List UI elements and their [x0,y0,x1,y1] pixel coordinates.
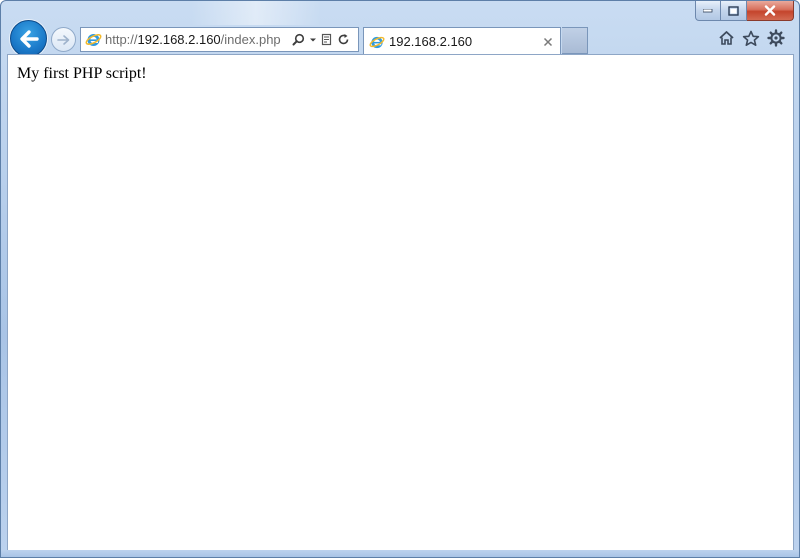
search-dropdown-button[interactable] [309,37,317,43]
compatibility-view-button[interactable] [321,33,333,46]
address-bar-tools [292,33,350,46]
favorites-button[interactable] [742,29,760,47]
search-icon [292,33,305,46]
star-icon [742,30,760,46]
new-tab-button[interactable] [562,27,588,54]
window-controls [695,1,794,21]
tab-title: 192.168.2.160 [389,34,473,49]
browser-window: http://192.168.2.160/index.php 192.168.2… [0,0,800,558]
compatibility-view-icon [321,33,332,46]
close-tab-button[interactable] [542,36,554,48]
url-host: 192.168.2.160 [137,32,221,47]
window-bottom-frame [1,550,799,557]
home-icon [718,31,734,45]
back-button[interactable] [10,20,47,57]
internet-explorer-icon [85,34,102,46]
chevron-down-icon [310,38,316,41]
page-body-text: My first PHP script! [17,65,147,82]
back-arrow-icon [19,29,39,48]
url-scheme: http:// [105,32,138,47]
tools-button[interactable] [767,29,785,47]
frame-highlight [191,1,321,25]
page-content: My first PHP script! [7,54,794,551]
restore-icon [728,5,739,16]
gear-icon [767,29,785,47]
close-icon [764,5,776,16]
refresh-icon [338,34,349,45]
address-bar[interactable]: http://192.168.2.160/index.php [80,27,359,52]
minimize-button[interactable] [695,1,721,21]
refresh-button[interactable] [337,33,350,46]
minimize-icon [703,8,713,12]
internet-explorer-icon [369,36,385,48]
forward-button[interactable] [51,27,76,52]
search-button[interactable] [292,33,305,46]
close-window-button[interactable] [747,1,794,21]
command-toolbar [717,29,785,47]
maximize-button[interactable] [721,1,747,21]
url-text[interactable]: http://192.168.2.160/index.php [105,32,285,47]
close-icon [543,37,553,46]
forward-arrow-icon [56,34,69,45]
home-button[interactable] [717,29,735,47]
tab-active[interactable]: 192.168.2.160 [363,27,561,55]
url-path: /index.php [220,32,281,47]
